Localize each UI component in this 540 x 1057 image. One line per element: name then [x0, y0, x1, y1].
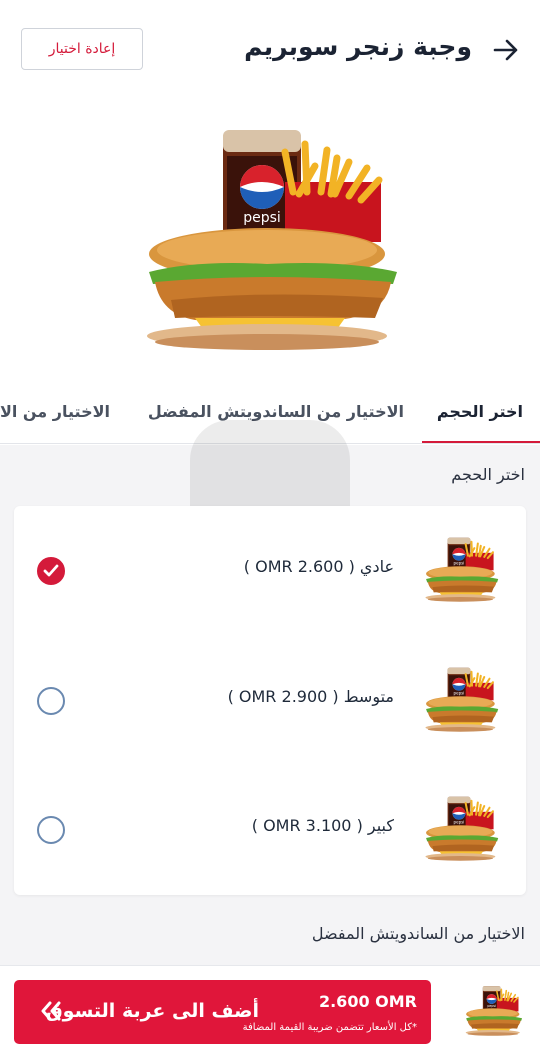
tab-more-choices[interactable]: الاختيار من الاخ [0, 402, 110, 421]
meal-thumbnail [422, 533, 502, 609]
add-to-cart-label: أضف الى عربة التسوق [45, 1000, 259, 1022]
vat-note: *كل الأسعار تتضمن ضريبة القيمة المضافة [242, 1022, 417, 1033]
size-option-large[interactable]: كبير ( 3.100 OMR ) [14, 770, 526, 890]
add-to-cart-button[interactable]: 2.600 OMR *كل الأسعار تتضمن ضريبة القيمة… [14, 980, 431, 1044]
sandwich-section-title: الاختيار من الساندويتش المفضل [311, 924, 525, 943]
size-option-label: متوسط ( 2.900 OMR ) [227, 687, 394, 706]
double-chevron-left-icon [41, 1001, 61, 1021]
tab-choose-size[interactable]: اختر الحجم [437, 402, 523, 421]
meal-thumbnail [463, 982, 525, 1042]
size-options-card: عادي ( 2.600 OMR ) متوسط ( 2.900 OMR ) ك… [14, 506, 526, 895]
cart-price: 2.600 OMR [318, 992, 417, 1011]
size-option-regular[interactable]: عادي ( 2.600 OMR ) [14, 511, 526, 631]
radio-unchecked[interactable] [37, 687, 65, 715]
radio-unchecked[interactable] [37, 816, 65, 844]
meal-thumbnail [422, 792, 502, 868]
size-option-label: كبير ( 3.100 OMR ) [251, 816, 394, 835]
active-tab-indicator [422, 441, 540, 443]
size-section-title: اختر الحجم [451, 465, 525, 484]
reset-selection-button[interactable]: إعادة اختيار [21, 28, 143, 70]
meal-thumbnail [422, 663, 502, 739]
size-option-medium[interactable]: متوسط ( 2.900 OMR ) [14, 641, 526, 761]
arrow-right-icon [493, 39, 518, 61]
meal-hero-image [135, 122, 410, 367]
page-title: وجبة زنجر سوبريم [244, 32, 472, 61]
checkmark-icon [43, 564, 59, 577]
bottom-cart-bar: 2.600 OMR *كل الأسعار تتضمن ضريبة القيمة… [0, 965, 540, 1057]
header-area: وجبة زنجر سوبريم إعادة اختيار اختر الحجم… [0, 0, 540, 445]
radio-checked[interactable] [37, 557, 65, 585]
size-option-label: عادي ( 2.600 OMR ) [243, 557, 394, 576]
back-button[interactable] [490, 34, 522, 66]
